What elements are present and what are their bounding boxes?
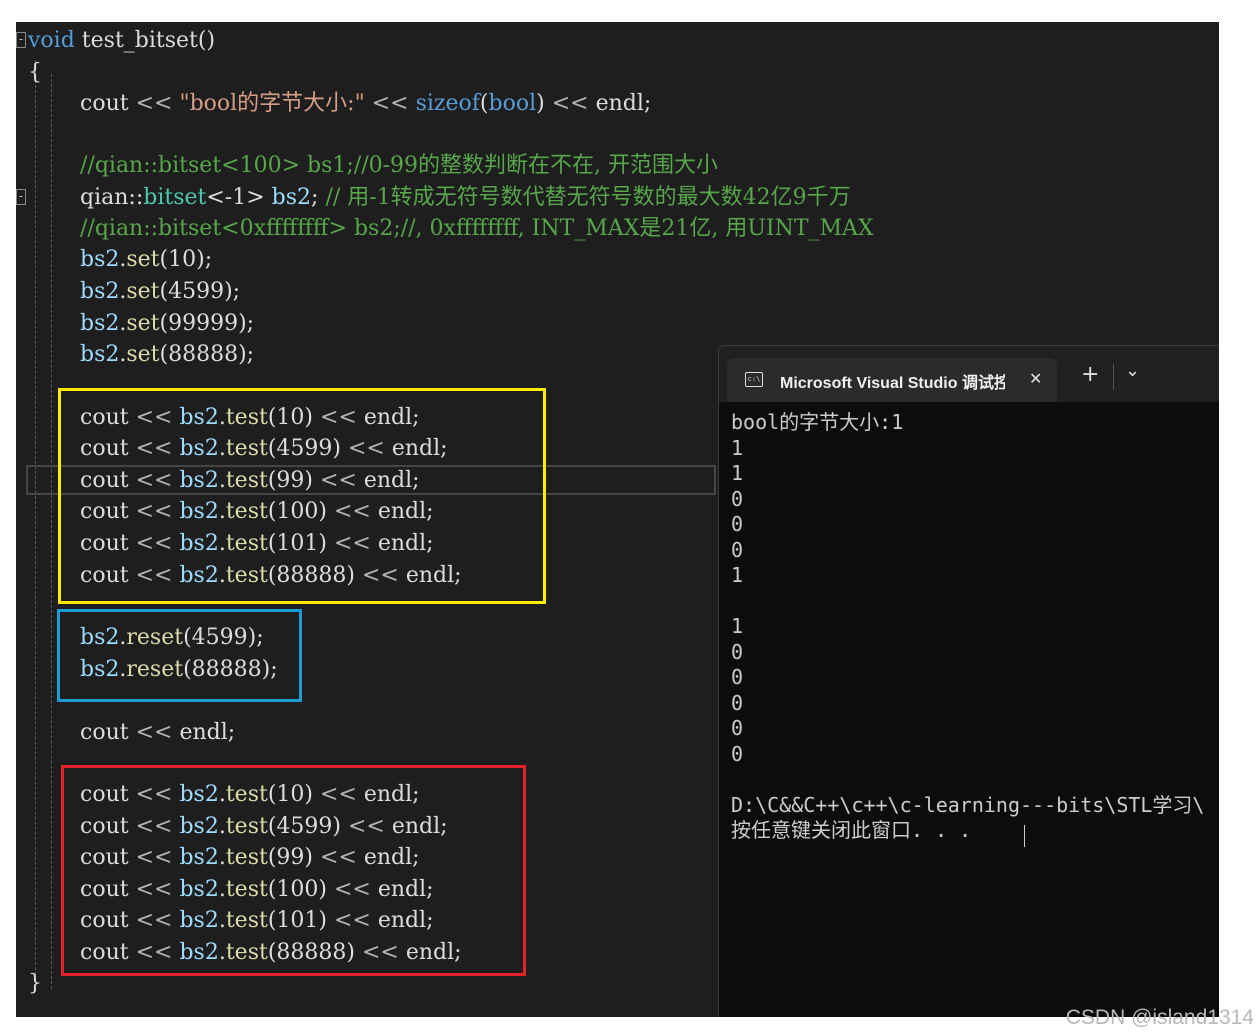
terminal-output-line: 1 [731, 461, 744, 485]
code-token: cout [80, 91, 136, 116]
code-token: bs2 [271, 185, 312, 210]
code-token: ; [311, 185, 326, 210]
console-icon: c:\ [745, 372, 763, 387]
code-token: endl; [588, 91, 652, 116]
terminal-output-line: 1 [731, 435, 744, 460]
fold-marker-icon[interactable]: - [16, 189, 26, 205]
code-token: "bool的字节大小:" [179, 91, 365, 116]
terminal-output-line: bool的字节大小:1 [731, 410, 904, 434]
terminal-output-line: 0 [731, 741, 744, 766]
code-line[interactable]: //qian::bitset<100> bs1;//0-99的整数判断在不在, … [80, 150, 718, 182]
code-token: void [28, 28, 75, 53]
code-token: set [126, 247, 160, 272]
code-line[interactable]: //qian::bitset<0xffffffff> bs2;//, 0xfff… [80, 213, 874, 245]
code-token: { [28, 60, 42, 85]
code-token: bs2 [80, 247, 120, 272]
code-line[interactable]: bs2.set(88888); [80, 339, 254, 371]
code-token: (4599); [159, 279, 241, 304]
watermark: CSDN @island1314 [1065, 1006, 1254, 1029]
close-tab-icon[interactable]: ✕ [1029, 369, 1042, 388]
code-token: bool [488, 91, 537, 116]
code-token: bs2 [80, 311, 120, 336]
text-cursor [1024, 825, 1025, 847]
terminal-output-line: 0 [731, 716, 744, 740]
code-line[interactable]: { [28, 57, 42, 89]
code-token: test_bitset() [74, 28, 216, 53]
code-token: //qian::bitset<100> bs1;//0-99的整数判断在不在, … [80, 153, 719, 178]
code-token: (10); [159, 247, 213, 272]
code-line[interactable]: } [28, 968, 42, 1000]
code-token: << [135, 720, 173, 745]
code-token: <-1> [206, 185, 272, 210]
indent-guide [51, 74, 52, 989]
code-token: ) [536, 91, 552, 116]
fold-marker-icon[interactable]: - [16, 32, 26, 48]
terminal-tab-title: Microsoft Visual Studio 调试控 [780, 375, 1005, 392]
terminal-output-line: 0 [731, 665, 744, 689]
code-token: << [135, 91, 173, 116]
red-highlight-box [61, 765, 526, 976]
terminal-output-line: 0 [731, 639, 744, 664]
code-token: set [126, 279, 160, 304]
code-token: //qian::bitset<0xffffffff> bs2;//, 0xfff… [80, 216, 874, 241]
terminal-output-line: 按任意键关闭此窗口. . . [731, 818, 972, 842]
code-line[interactable]: bs2.set(10); [80, 244, 212, 276]
new-tab-icon[interactable]: + [1081, 362, 1099, 387]
code-token: bs2 [80, 279, 120, 304]
code-token: } [28, 971, 42, 996]
code-line[interactable]: bs2.set(4599); [80, 276, 240, 308]
indent-guide [35, 60, 36, 990]
code-line[interactable]: void test_bitset() [28, 25, 215, 57]
terminal-output-line: 0 [731, 537, 744, 562]
terminal-output-line: 0 [731, 690, 744, 715]
code-token: (88888); [159, 342, 255, 367]
code-token: set [126, 311, 160, 336]
tab-bar-divider [1113, 364, 1114, 390]
blue-highlight-box [57, 609, 302, 702]
code-line[interactable]: qian::bitset<-1> bs2; // 用-1转成无符号数代替无符号数… [80, 182, 851, 214]
terminal-output-line: 0 [731, 486, 744, 511]
code-token: set [126, 342, 160, 367]
code-token: ( [479, 91, 489, 116]
code-token: endl; [172, 720, 236, 745]
code-line[interactable]: cout << "bool的字节大小:" << sizeof(bool) << … [80, 88, 651, 120]
code-token: // 用-1转成无符号数代替无符号数的最大数42亿9千万 [325, 185, 851, 210]
terminal-output-line: 1 [731, 614, 744, 638]
terminal-output-line: D:\C&&C++\c++\c-learning---bits\STL学习\ [731, 792, 1205, 817]
code-token: sizeof [415, 91, 480, 116]
code-token: qian:: [80, 185, 144, 210]
terminal-tab-bar: c:\ Microsoft Visual Studio 调试控 ✕ + ⌄ [719, 346, 1219, 402]
code-line[interactable]: bs2.set(99999); [80, 308, 254, 340]
terminal-output-line: 0 [731, 512, 744, 536]
code-token: << [371, 91, 409, 116]
code-line[interactable]: cout << endl; [80, 717, 235, 749]
code-editor[interactable]: - - void test_bitset() { cout << "bool的字节大… [16, 22, 1219, 1017]
code-token: (99999); [159, 311, 255, 336]
terminal-output-line: 1 [731, 563, 744, 587]
terminal-tab[interactable]: c:\ Microsoft Visual Studio 调试控 ✕ [727, 358, 1057, 402]
code-token: bs2 [80, 342, 120, 367]
code-token: bitset [143, 185, 207, 210]
terminal-window[interactable]: c:\ Microsoft Visual Studio 调试控 ✕ + ⌄ bo… [718, 345, 1219, 1017]
code-token: << [551, 91, 589, 116]
terminal-output: bool的字节大小:1 1 1 0 0 0 1 1 0 0 0 0 0 D:\C&&C++\c++\c-l… [731, 410, 1219, 844]
yellow-highlight-box [58, 388, 546, 604]
chevron-down-icon[interactable]: ⌄ [1125, 360, 1140, 381]
code-token: cout [80, 720, 136, 745]
